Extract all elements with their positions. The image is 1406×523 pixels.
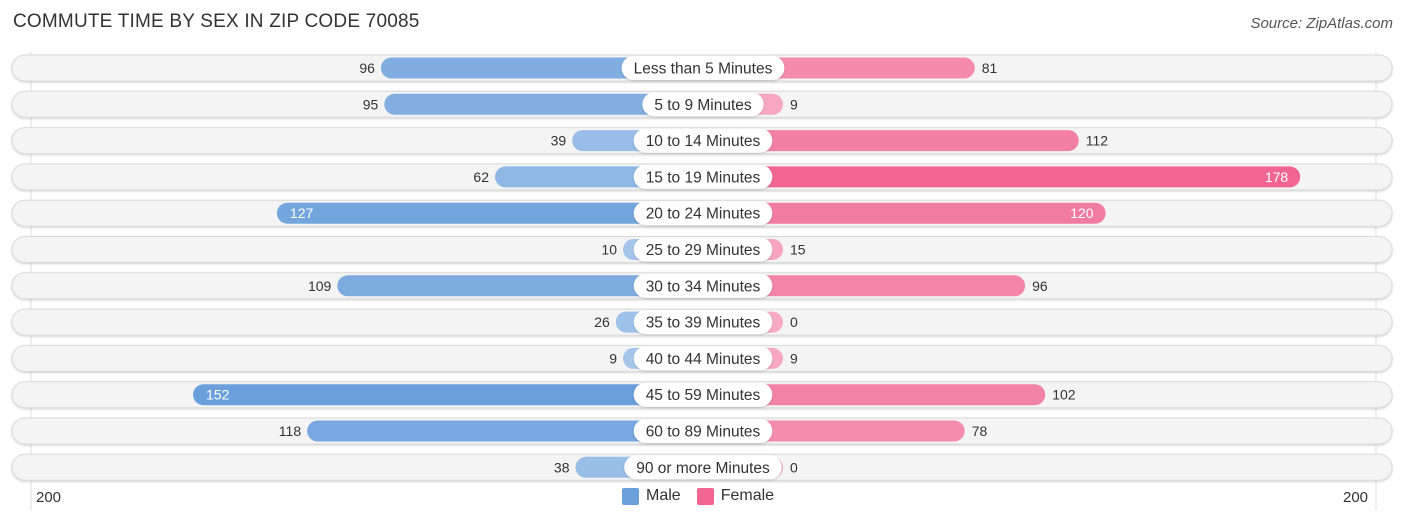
category-label: 10 to 14 Minutes bbox=[646, 133, 761, 150]
value-label-female: 15 bbox=[790, 242, 806, 258]
category-label: 30 to 34 Minutes bbox=[646, 278, 761, 295]
category-label: 60 to 89 Minutes bbox=[646, 424, 761, 441]
value-label-female: 112 bbox=[1086, 133, 1109, 149]
bar-male[interactable] bbox=[193, 384, 704, 406]
chart-row: 9 9 40 to 44 Minutes bbox=[11, 344, 1393, 372]
category-label: 40 to 44 Minutes bbox=[646, 351, 761, 368]
value-label-female: 81 bbox=[982, 60, 998, 76]
value-label-female: 0 bbox=[790, 314, 798, 330]
value-label-male: 96 bbox=[359, 60, 375, 76]
chart-row: 26 0 35 to 39 Minutes bbox=[11, 308, 1393, 336]
value-label-female: 120 bbox=[1070, 205, 1094, 221]
value-label-female: 9 bbox=[790, 350, 798, 366]
chart-row: 152 102 45 to 59 Minutes bbox=[11, 381, 1393, 409]
category-label: 90 or more Minutes bbox=[636, 460, 770, 477]
bar-female[interactable] bbox=[703, 166, 1301, 188]
chart-row: 95 9 5 to 9 Minutes bbox=[11, 90, 1393, 118]
value-label-male: 39 bbox=[551, 133, 567, 149]
legend-swatch-female bbox=[696, 487, 714, 505]
value-label-male: 9 bbox=[609, 350, 617, 366]
value-label-male: 10 bbox=[601, 242, 617, 258]
category-label: 15 to 19 Minutes bbox=[646, 169, 761, 186]
legend-item-female[interactable]: Female bbox=[696, 487, 775, 505]
axis-max-label: 200 bbox=[1343, 489, 1369, 506]
axis-min-label: 200 bbox=[36, 489, 62, 506]
chart-row: 39 112 10 to 14 Minutes bbox=[11, 127, 1393, 155]
chart-row: 10 15 25 to 29 Minutes bbox=[11, 236, 1393, 263]
value-label-female: 9 bbox=[790, 96, 798, 112]
value-label-male: 118 bbox=[279, 423, 302, 439]
chart-row: 127 120 20 to 24 Minutes bbox=[11, 199, 1393, 227]
chart-row: 62 178 15 to 19 Minutes bbox=[11, 163, 1393, 191]
chart-row: 38 0 90 or more Minutes bbox=[11, 453, 1393, 481]
legend-item-male[interactable]: Male bbox=[622, 487, 681, 505]
chart-row: 109 96 30 to 34 Minutes bbox=[11, 272, 1393, 300]
value-label-female: 78 bbox=[972, 423, 988, 439]
value-label-male: 127 bbox=[290, 205, 314, 221]
legend-swatch-male bbox=[622, 487, 639, 505]
category-label: 35 to 39 Minutes bbox=[646, 315, 761, 332]
value-label-male: 62 bbox=[473, 169, 489, 185]
legend: Male Female bbox=[622, 487, 790, 505]
category-label: 45 to 59 Minutes bbox=[646, 387, 761, 404]
chart-row: 118 78 60 to 89 Minutes bbox=[11, 417, 1393, 445]
category-label: 5 to 9 Minutes bbox=[654, 97, 752, 114]
value-label-male: 95 bbox=[363, 96, 379, 112]
value-label-male: 109 bbox=[308, 278, 332, 294]
chart-canvas: 96 81 Less than 5 Minutes 95 9 5 to 9 Minutes… bbox=[11, 52, 1393, 510]
category-label: Less than 5 Minutes bbox=[634, 61, 773, 78]
chart-row: 96 81 Less than 5 Minutes bbox=[11, 54, 1393, 82]
value-label-female: 0 bbox=[790, 459, 798, 475]
category-label: 25 to 29 Minutes bbox=[646, 242, 761, 259]
value-label-male: 152 bbox=[206, 387, 230, 403]
value-label-male: 26 bbox=[594, 314, 610, 330]
value-label-female: 102 bbox=[1052, 387, 1076, 403]
value-label-female: 178 bbox=[1265, 169, 1289, 185]
legend-label-male: Male bbox=[646, 487, 681, 504]
legend-label-female: Female bbox=[720, 487, 775, 504]
value-label-male: 38 bbox=[554, 459, 570, 475]
value-label-female: 96 bbox=[1032, 278, 1048, 294]
category-label: 20 to 24 Minutes bbox=[646, 206, 761, 223]
